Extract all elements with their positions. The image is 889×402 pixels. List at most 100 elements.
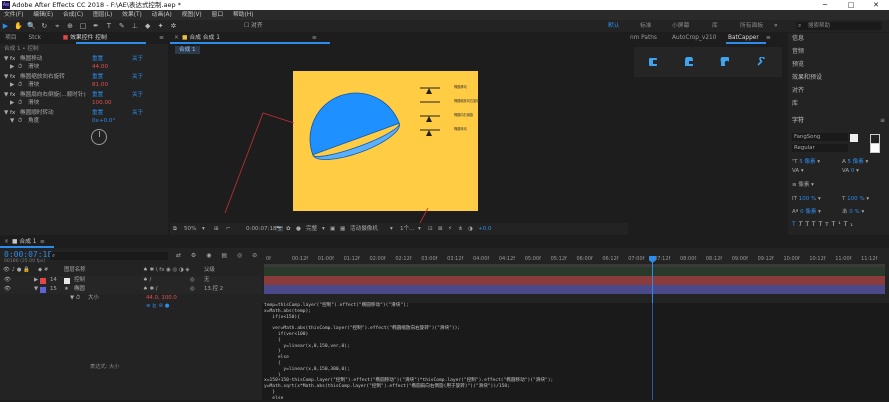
transparency-grid-icon[interactable]: ▦	[340, 223, 345, 235]
param-value[interactable]: 0x+0.0°	[92, 117, 115, 126]
param-value[interactable]: 44.00	[92, 63, 108, 72]
cap-b-icon[interactable]	[684, 57, 694, 67]
views-select[interactable]: 1个...	[400, 223, 415, 235]
tab-project[interactable]: 项目	[0, 33, 22, 44]
rectangle-tool-icon[interactable]: □	[79, 22, 87, 30]
resolution-select[interactable]: 完整	[306, 223, 317, 235]
menu-edit[interactable]: 编辑(E)	[33, 12, 53, 18]
pan-behind-tool-icon[interactable]: ⊕	[66, 22, 74, 30]
pixel-aspect-icon[interactable]: ⊠	[438, 223, 443, 235]
menu-animation[interactable]: 动画(A)	[152, 12, 172, 18]
flowchart-icon[interactable]: ⋔	[458, 223, 463, 235]
workspace-standard[interactable]: 标准	[640, 20, 652, 32]
visibility-icon[interactable]: 👁	[4, 276, 11, 285]
dropdown-arrow-icon[interactable]: ▾	[418, 223, 421, 235]
param-value[interactable]: 100.00	[92, 99, 112, 108]
maximize-button[interactable]: □	[838, 0, 864, 10]
parent-pickwhip-icon[interactable]: ◎	[190, 276, 195, 285]
layer-search-input[interactable]: ⌕	[50, 252, 168, 260]
menu-composition[interactable]: 合成(C)	[63, 12, 83, 18]
parent-pickwhip-icon[interactable]: ◎	[190, 285, 195, 294]
snapshot-icon[interactable]: 📷	[276, 223, 283, 235]
property-row[interactable]: ▼ ⏱ 大小 44.0, 100.0	[0, 294, 262, 303]
pen-tool-icon[interactable]: ✒	[92, 22, 100, 30]
roto-tool-icon[interactable]: ✦	[157, 22, 165, 30]
baseline-shift-field[interactable]: Aª 0 像素 ▾	[792, 207, 821, 215]
horizontal-scale-field[interactable]: T 100 % ▾	[842, 196, 869, 202]
tracking-field[interactable]: VA 0 ▾	[842, 168, 859, 174]
timeline-switches[interactable]: ⇄ ⚙ ◉ ▤ ◎ ⊘	[176, 252, 261, 259]
zoom-tool-icon[interactable]: 🔍	[27, 22, 36, 30]
tab-paths[interactable]: nm Paths	[630, 33, 657, 44]
param-value[interactable]: 81.00	[92, 81, 108, 90]
menu-view[interactable]: 视图(V)	[182, 12, 202, 18]
tsume-field[interactable]: あ 0 % ▾	[842, 207, 864, 215]
always-preview-icon[interactable]: ⧉	[173, 223, 177, 235]
tab-stack[interactable]: Stck	[23, 33, 46, 44]
fill-color-swatch[interactable]	[850, 134, 858, 142]
current-time[interactable]: 0:00:07:18	[246, 223, 277, 235]
rotate-tool-icon[interactable]: ↻	[40, 22, 48, 30]
workspace-all-panels[interactable]: 所有面板	[740, 20, 763, 32]
camera-select[interactable]: 活动摄像机	[350, 223, 378, 235]
dropdown-arrow-icon[interactable]: ▾	[202, 223, 205, 235]
layer-bar-control[interactable]	[264, 276, 885, 285]
camera-tool-icon[interactable]: ⌖	[53, 22, 61, 30]
playhead[interactable]	[652, 256, 653, 304]
parent-select[interactable]: 无	[204, 276, 209, 285]
snap-checkbox[interactable]: ☐ 对齐	[244, 20, 263, 32]
exposure-value[interactable]: +0.0	[478, 223, 492, 235]
color-icon[interactable]: ●	[296, 223, 301, 235]
exposure-icon[interactable]: ◑	[468, 223, 473, 235]
menu-layer[interactable]: 图层(L)	[93, 12, 112, 18]
menu-effect[interactable]: 效果(T)	[122, 12, 142, 18]
workspace-small-screen[interactable]: 小屏幕	[672, 20, 689, 32]
grid-icon[interactable]: ⊞	[214, 223, 219, 235]
visibility-icon[interactable]: 👁	[4, 285, 11, 294]
layer-bar-shape[interactable]	[264, 285, 885, 294]
cap-a-icon[interactable]	[648, 57, 658, 67]
font-family-select[interactable]: FangSong	[792, 133, 848, 141]
toggle-icon[interactable]: ⊡	[428, 223, 433, 235]
roi-icon[interactable]: ▣	[330, 223, 335, 235]
font-style-select[interactable]: Regular	[792, 144, 848, 152]
clone-tool-icon[interactable]: ⊥	[131, 22, 139, 30]
cap-c-icon[interactable]	[720, 57, 730, 67]
layer-row[interactable]: 👁 ▶ 14 控制 ♠ / ◎ 无	[0, 276, 262, 285]
leading-field[interactable]: A 5 像素 ▾	[842, 157, 868, 165]
magnification-select[interactable]: 50%	[184, 223, 196, 235]
dropdown-arrow-icon[interactable]: ▾	[322, 223, 325, 235]
mask-icon[interactable]: ⌐	[226, 223, 231, 235]
channel-icon[interactable]: ✿	[286, 223, 291, 235]
menu-help[interactable]: 帮助(H)	[233, 12, 253, 18]
close-button[interactable]: ✕	[863, 0, 889, 10]
panel-menu-icon[interactable]: ≡	[766, 33, 771, 44]
menu-file[interactable]: 文件(F)	[4, 12, 23, 18]
help-search-input[interactable]: ⌕ 搜索帮助	[796, 22, 882, 30]
panel-align[interactable]: 对齐	[792, 85, 804, 97]
panel-audio[interactable]: 音频	[792, 46, 804, 58]
vertical-scale-field[interactable]: IT 100 % ▾	[792, 196, 821, 202]
eraser-tool-icon[interactable]: ◆	[144, 22, 152, 30]
workspace-default[interactable]: 默认	[608, 20, 620, 32]
dropdown-arrow-icon[interactable]: ▾	[390, 223, 393, 235]
expand-arrow-icon[interactable]: ▼	[34, 285, 38, 294]
panel-menu-icon[interactable]: ≡	[880, 117, 885, 124]
current-timecode[interactable]: 0:00:07:18	[4, 250, 52, 259]
parent-select[interactable]: 13.控 2	[204, 285, 223, 294]
stroke-width-field[interactable]: ≡ 像素 ▾	[792, 180, 814, 188]
panel-effects-presets[interactable]: 效果和预设	[792, 72, 822, 84]
hand-tool-icon[interactable]: ✋	[14, 22, 23, 30]
kerning-field[interactable]: VA ▾	[792, 168, 804, 174]
tab-autocrop[interactable]: AutoCrop_v210	[672, 33, 716, 44]
panel-library[interactable]: 库	[792, 98, 798, 110]
expand-arrow-icon[interactable]: ▶	[34, 276, 38, 285]
property-value[interactable]: 44.0, 100.0	[146, 294, 177, 303]
workspace-library[interactable]: 库	[712, 20, 718, 32]
type-tool-icon[interactable]: T	[105, 22, 113, 30]
brush-tool-icon[interactable]: ✎	[118, 22, 126, 30]
panel-preview[interactable]: 预览	[792, 59, 804, 71]
expression-controls[interactable]: ≡ ⊵ ⊚ ●	[146, 303, 169, 309]
layer-row[interactable]: 👁 ▼ 15 ★ 椭圆 ♠ ✱ / ◎ 13.控 2	[0, 285, 262, 294]
fast-preview-icon[interactable]: ⚡	[448, 223, 452, 235]
